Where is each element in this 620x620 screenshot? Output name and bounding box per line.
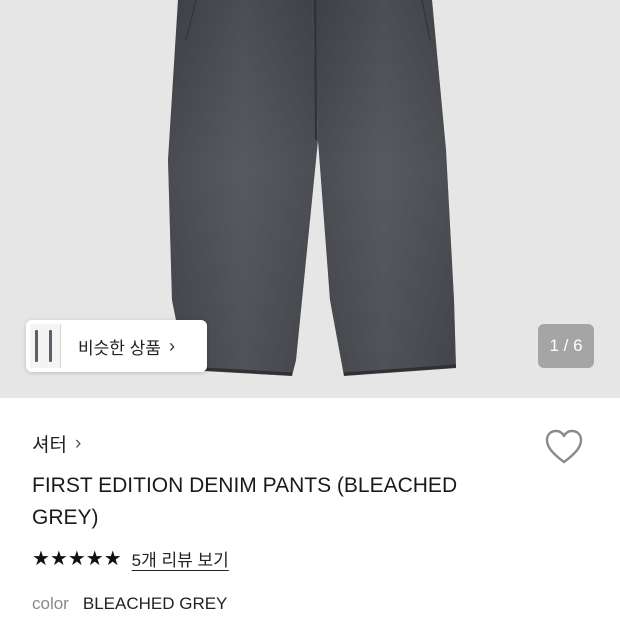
- product-title: FIRST EDITION DENIM PANTS (BLEACHED GREY…: [32, 474, 458, 529]
- heart-outline-icon[interactable]: [544, 428, 584, 466]
- reviews-link[interactable]: 5개 리뷰 보기: [132, 546, 229, 571]
- similar-products-button[interactable]: 비슷한 상품 ›: [26, 320, 207, 372]
- color-value: BLEACHED GREY: [82, 594, 228, 613]
- color-option-row: color BLEACHED GREY: [32, 594, 227, 614]
- similar-products-thumbnails: [26, 320, 70, 372]
- similar-products-label: 비슷한 상품: [78, 338, 161, 358]
- brand-link[interactable]: 셔터 ›: [32, 430, 81, 457]
- rating-stars-icon: ★★★★★: [32, 548, 122, 570]
- similar-thumb: [44, 324, 61, 368]
- similar-products-label-group: 비슷한 상품 ›: [78, 334, 175, 359]
- chevron-right-icon: ›: [168, 335, 175, 356]
- product-image-gallery[interactable]: 비슷한 상품 › 1 / 6: [0, 0, 620, 398]
- brand-name: 셔터: [32, 435, 67, 456]
- image-page-counter: 1 / 6: [538, 324, 594, 368]
- rating-row: ★★★★★ 5개 리뷰 보기: [32, 546, 229, 571]
- color-label: color: [32, 594, 69, 613]
- chevron-right-icon: ›: [74, 432, 82, 454]
